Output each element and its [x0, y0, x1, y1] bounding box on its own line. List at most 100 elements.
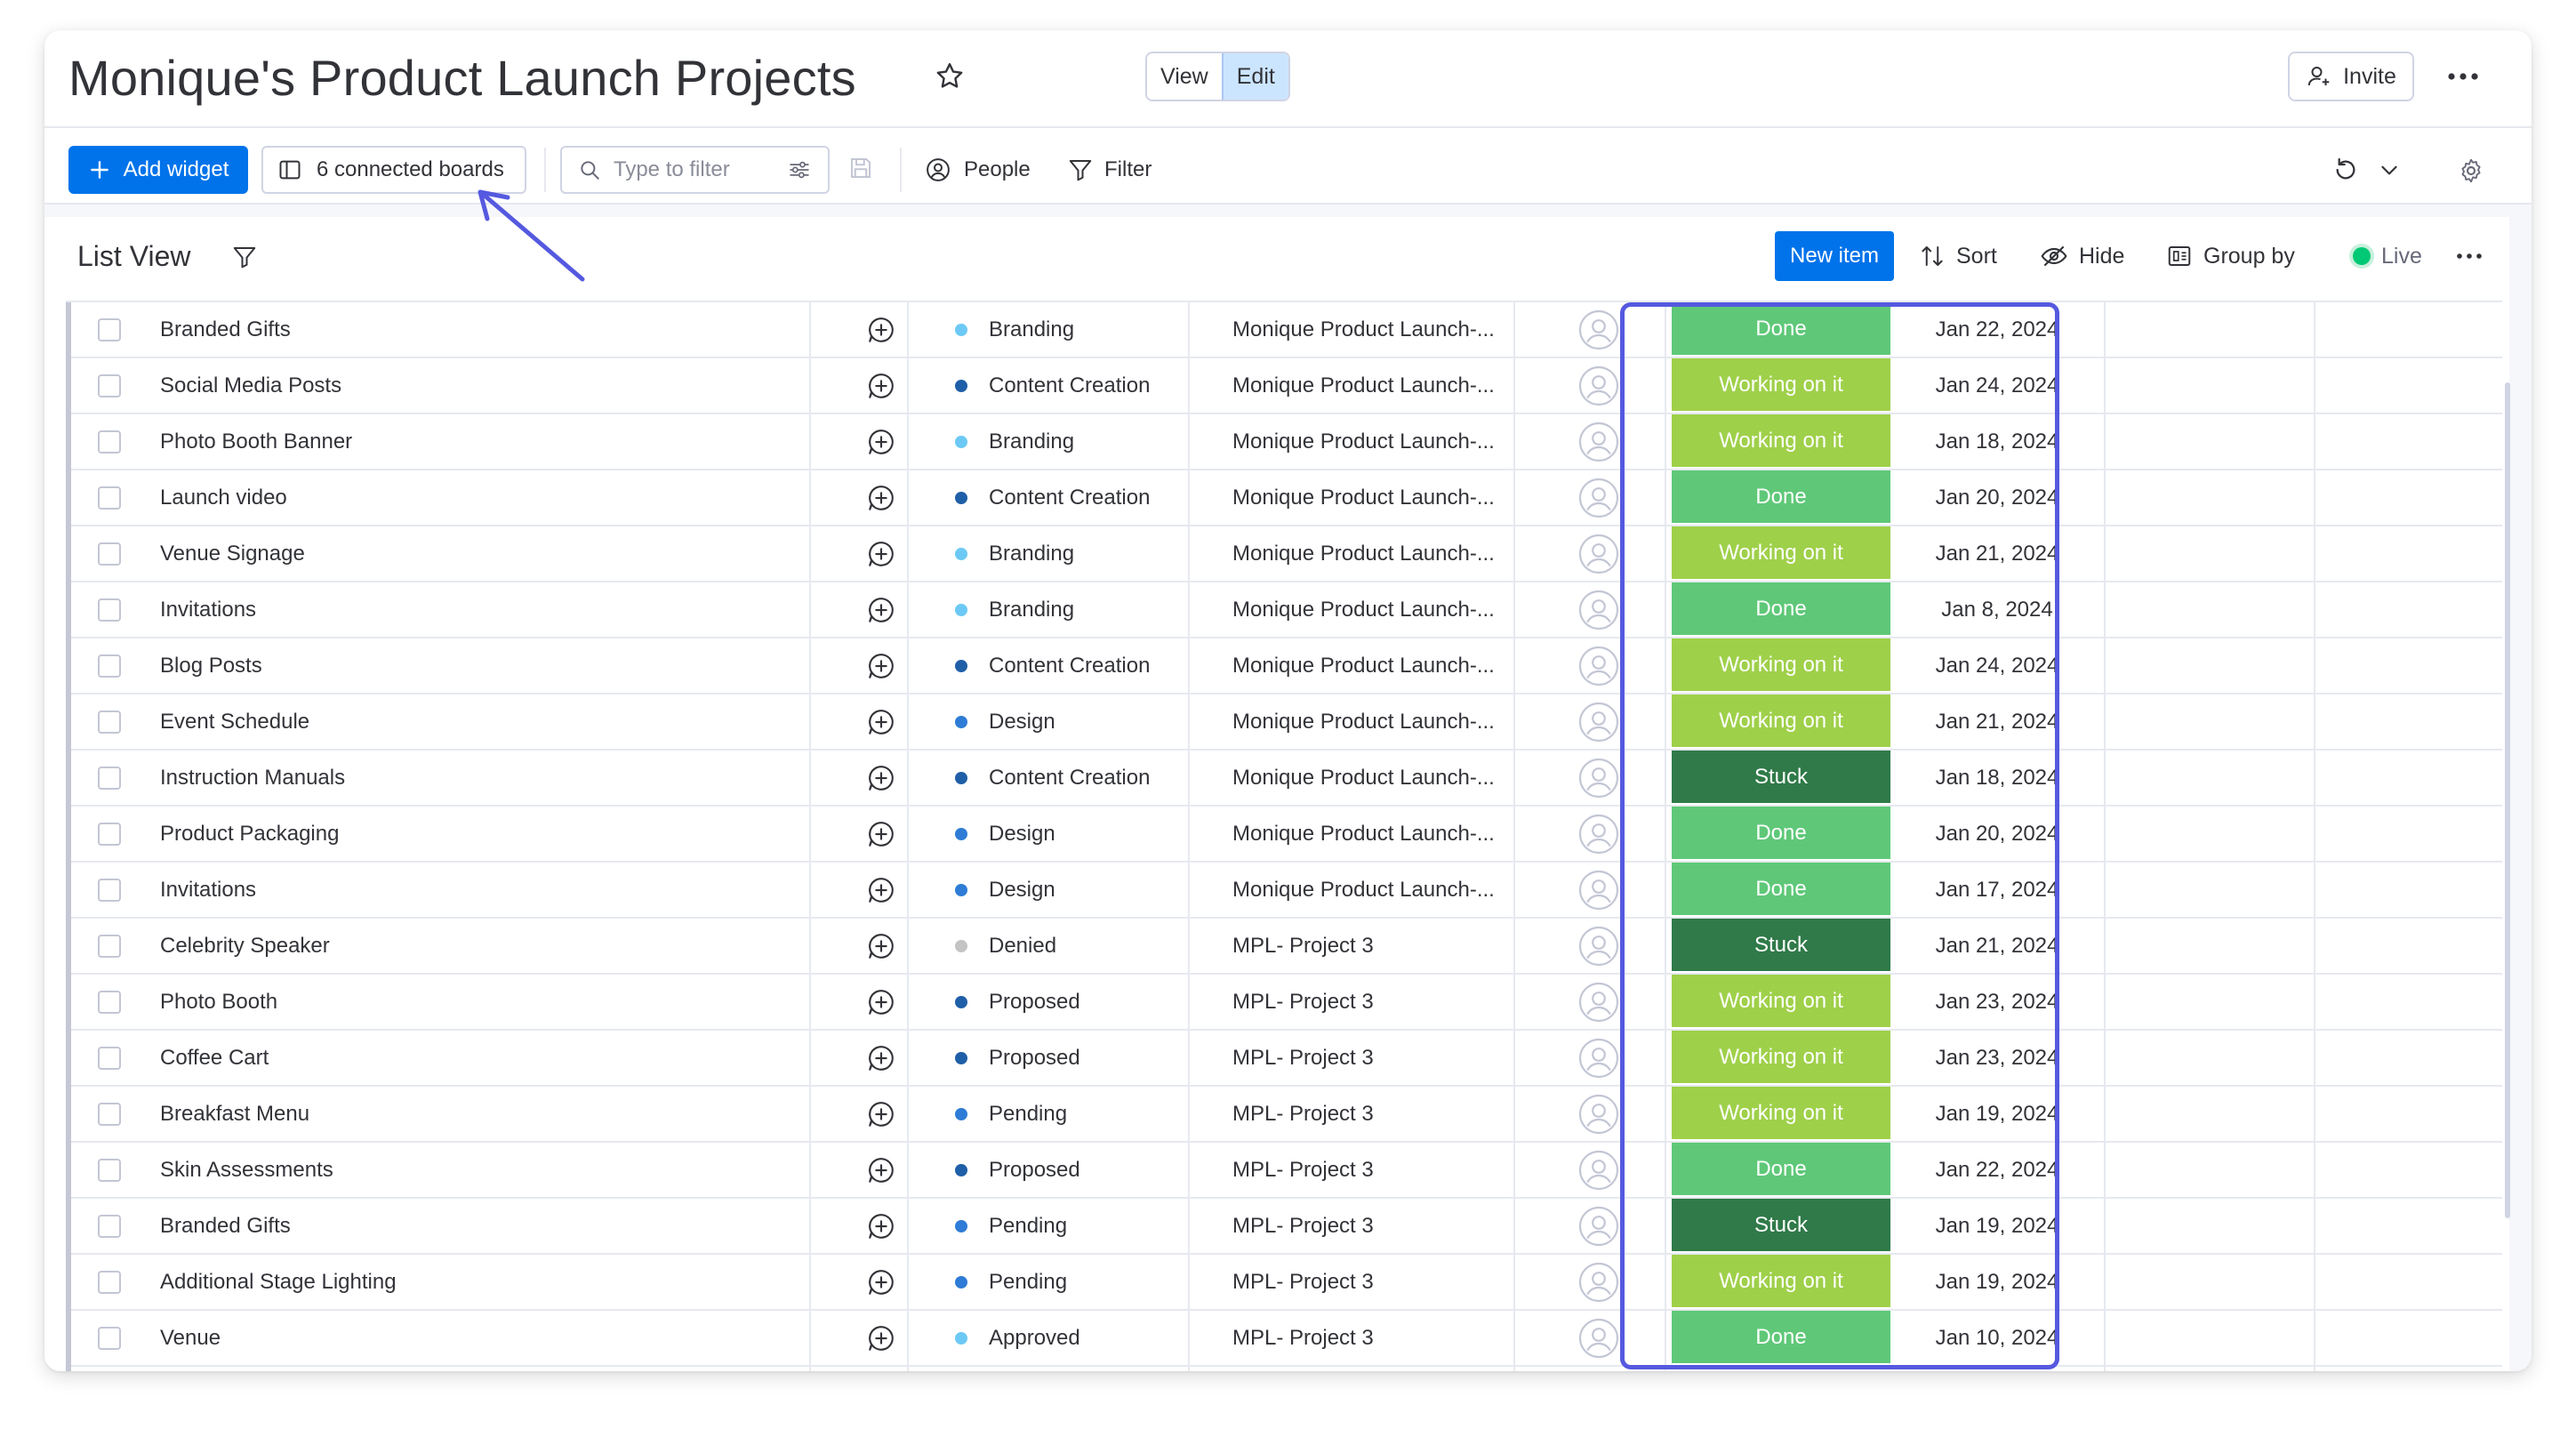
item-name[interactable]: Coffee Cart	[160, 1031, 827, 1085]
row-checkbox[interactable]	[98, 878, 121, 902]
date-cell[interactable]: Jan 22, 2024	[1890, 302, 2104, 357]
row-checkbox[interactable]	[98, 1158, 121, 1182]
row-checkbox[interactable]	[98, 1270, 121, 1294]
item-name[interactable]: Social Media Posts	[160, 358, 827, 413]
table-row[interactable]: Social Media Posts Content Creation Moniqu…	[71, 358, 2502, 414]
board-name[interactable]: MPL- Project 3	[1215, 1143, 1517, 1197]
row-checkbox[interactable]	[98, 598, 121, 622]
status-label[interactable]: Done	[1672, 807, 1890, 861]
row-checkbox[interactable]	[98, 373, 121, 397]
item-name[interactable]: Additional Stage Lighting	[160, 1255, 827, 1309]
add-update-button[interactable]	[832, 414, 930, 469]
status-label[interactable]: Done	[1672, 863, 1890, 917]
table-row[interactable]: Launch video Content Creation Monique Prod…	[71, 470, 2502, 526]
date-cell[interactable]: Jan 24, 2024	[1890, 638, 2104, 693]
status-label[interactable]: Working on it	[1672, 358, 1890, 413]
group-by-button[interactable]: Group by	[2166, 233, 2295, 279]
new-item-button[interactable]: New item	[1775, 231, 1894, 281]
date-cell[interactable]: Jan 19, 2024	[1890, 1199, 2104, 1253]
add-update-button[interactable]	[832, 1255, 930, 1309]
chevron-down-icon[interactable]	[2378, 158, 2401, 181]
add-update-button[interactable]	[832, 751, 930, 805]
status-label[interactable]: Working on it	[1672, 414, 1890, 469]
person-cell[interactable]	[1537, 526, 1661, 581]
table-row[interactable]: Venue Signage Branding Monique Product Lau…	[71, 526, 2502, 582]
person-cell[interactable]	[1537, 975, 1661, 1029]
edit-mode-button[interactable]: Edit	[1221, 53, 1288, 100]
person-cell[interactable]	[1537, 1311, 1661, 1365]
date-cell[interactable]: Jan 10, 2024	[1890, 1311, 2104, 1365]
status-label[interactable]: Working on it	[1672, 638, 1890, 693]
table-row[interactable]: Celebrity Speaker Denied MPL- Project 3 Stu…	[71, 919, 2502, 975]
person-cell[interactable]	[1537, 919, 1661, 973]
widget-filter-icon[interactable]	[231, 244, 258, 270]
add-update-button[interactable]	[832, 1087, 930, 1141]
add-update-button[interactable]	[832, 919, 930, 973]
item-name[interactable]: Launch video	[160, 470, 827, 525]
row-checkbox[interactable]	[98, 430, 121, 454]
table-row[interactable]: Additional Stage Lighting Pending MPL- Pro…	[71, 1255, 2502, 1311]
board-name[interactable]: Monique Product Launch-...	[1215, 694, 1517, 749]
board-name[interactable]: Monique Product Launch-...	[1215, 582, 1517, 637]
date-cell[interactable]: Jan 17, 2024	[1890, 863, 2104, 917]
person-cell[interactable]	[1537, 1087, 1661, 1141]
row-checkbox[interactable]	[98, 1214, 121, 1238]
status-label[interactable]: Done	[1672, 302, 1890, 357]
person-cell[interactable]	[1537, 582, 1661, 637]
board-name[interactable]: Monique Product Launch-...	[1215, 358, 1517, 413]
date-cell[interactable]: Jan 21, 2024	[1890, 919, 2104, 973]
row-checkbox[interactable]	[98, 934, 121, 958]
board-name[interactable]: MPL- Project 3	[1215, 1031, 1517, 1085]
item-name[interactable]: Invitations	[160, 582, 827, 637]
date-cell[interactable]: Jan 19, 2024	[1890, 1255, 2104, 1309]
row-checkbox[interactable]	[98, 542, 121, 566]
status-label[interactable]: Working on it	[1672, 1031, 1890, 1085]
vertical-scrollbar[interactable]	[2505, 382, 2510, 1218]
date-cell[interactable]: Jan 22, 2024	[1890, 1143, 2104, 1197]
row-checkbox[interactable]	[98, 654, 121, 678]
add-update-button[interactable]	[832, 1143, 930, 1197]
status-label[interactable]: Done	[1672, 1311, 1890, 1365]
more-options-button[interactable]	[2441, 59, 2485, 94]
board-name[interactable]: Monique Product Launch-...	[1215, 638, 1517, 693]
status-label[interactable]: Done	[1672, 1143, 1890, 1197]
item-name[interactable]: Breakfast Menu	[160, 1087, 827, 1141]
item-name[interactable]: Photo Booth	[160, 975, 827, 1029]
board-name[interactable]: Monique Product Launch-...	[1215, 414, 1517, 469]
connected-boards-button[interactable]: 6 connected boards	[261, 146, 526, 194]
board-name[interactable]: MPL- Project 3	[1215, 1087, 1517, 1141]
row-checkbox[interactable]	[98, 317, 121, 341]
item-name[interactable]: Product Packaging	[160, 807, 827, 861]
status-label[interactable]: Working on it	[1672, 1255, 1890, 1309]
date-cell[interactable]: Jan 19, 2024	[1890, 1087, 2104, 1141]
people-filter-button[interactable]: People	[925, 151, 1031, 189]
status-label[interactable]: Working on it	[1672, 1087, 1890, 1141]
settings-button[interactable]	[2457, 153, 2485, 189]
person-cell[interactable]	[1537, 1031, 1661, 1085]
row-checkbox[interactable]	[98, 822, 121, 846]
refresh-control[interactable]	[2331, 149, 2401, 190]
status-label[interactable]: Stuck	[1672, 751, 1890, 805]
person-cell[interactable]	[1537, 1199, 1661, 1253]
date-cell[interactable]: Jan 23, 2024	[1890, 975, 2104, 1029]
board-name[interactable]: Monique Product Launch-...	[1215, 470, 1517, 525]
item-name[interactable]: Branded Gifts	[160, 302, 827, 357]
row-checkbox[interactable]	[98, 990, 121, 1014]
date-cell[interactable]: Jan 8, 2024	[1890, 582, 2104, 637]
date-cell[interactable]: Jan 21, 2024	[1890, 694, 2104, 749]
item-name[interactable]: Photo Booth Banner	[160, 414, 827, 469]
board-name[interactable]: MPL- Project 3	[1215, 919, 1517, 973]
row-checkbox[interactable]	[98, 486, 121, 510]
person-cell[interactable]	[1537, 1255, 1661, 1309]
add-update-button[interactable]	[832, 975, 930, 1029]
sort-button[interactable]: Sort	[1919, 233, 1997, 279]
person-cell[interactable]	[1537, 302, 1661, 357]
view-mode-button[interactable]: View	[1147, 53, 1222, 100]
table-row[interactable]: Invitations Branding Monique Product Launc…	[71, 582, 2502, 638]
add-widget-button[interactable]: Add widget	[68, 146, 248, 194]
item-name[interactable]: Branded Gifts	[160, 1199, 827, 1253]
item-name[interactable]: Instruction Manuals	[160, 751, 827, 805]
date-cell[interactable]: Jan 18, 2024	[1890, 414, 2104, 469]
date-cell[interactable]: Jan 24, 2024	[1890, 358, 2104, 413]
table-row[interactable]: Venue Approved MPL- Project 3 Done Jan 10, 2…	[71, 1311, 2502, 1367]
